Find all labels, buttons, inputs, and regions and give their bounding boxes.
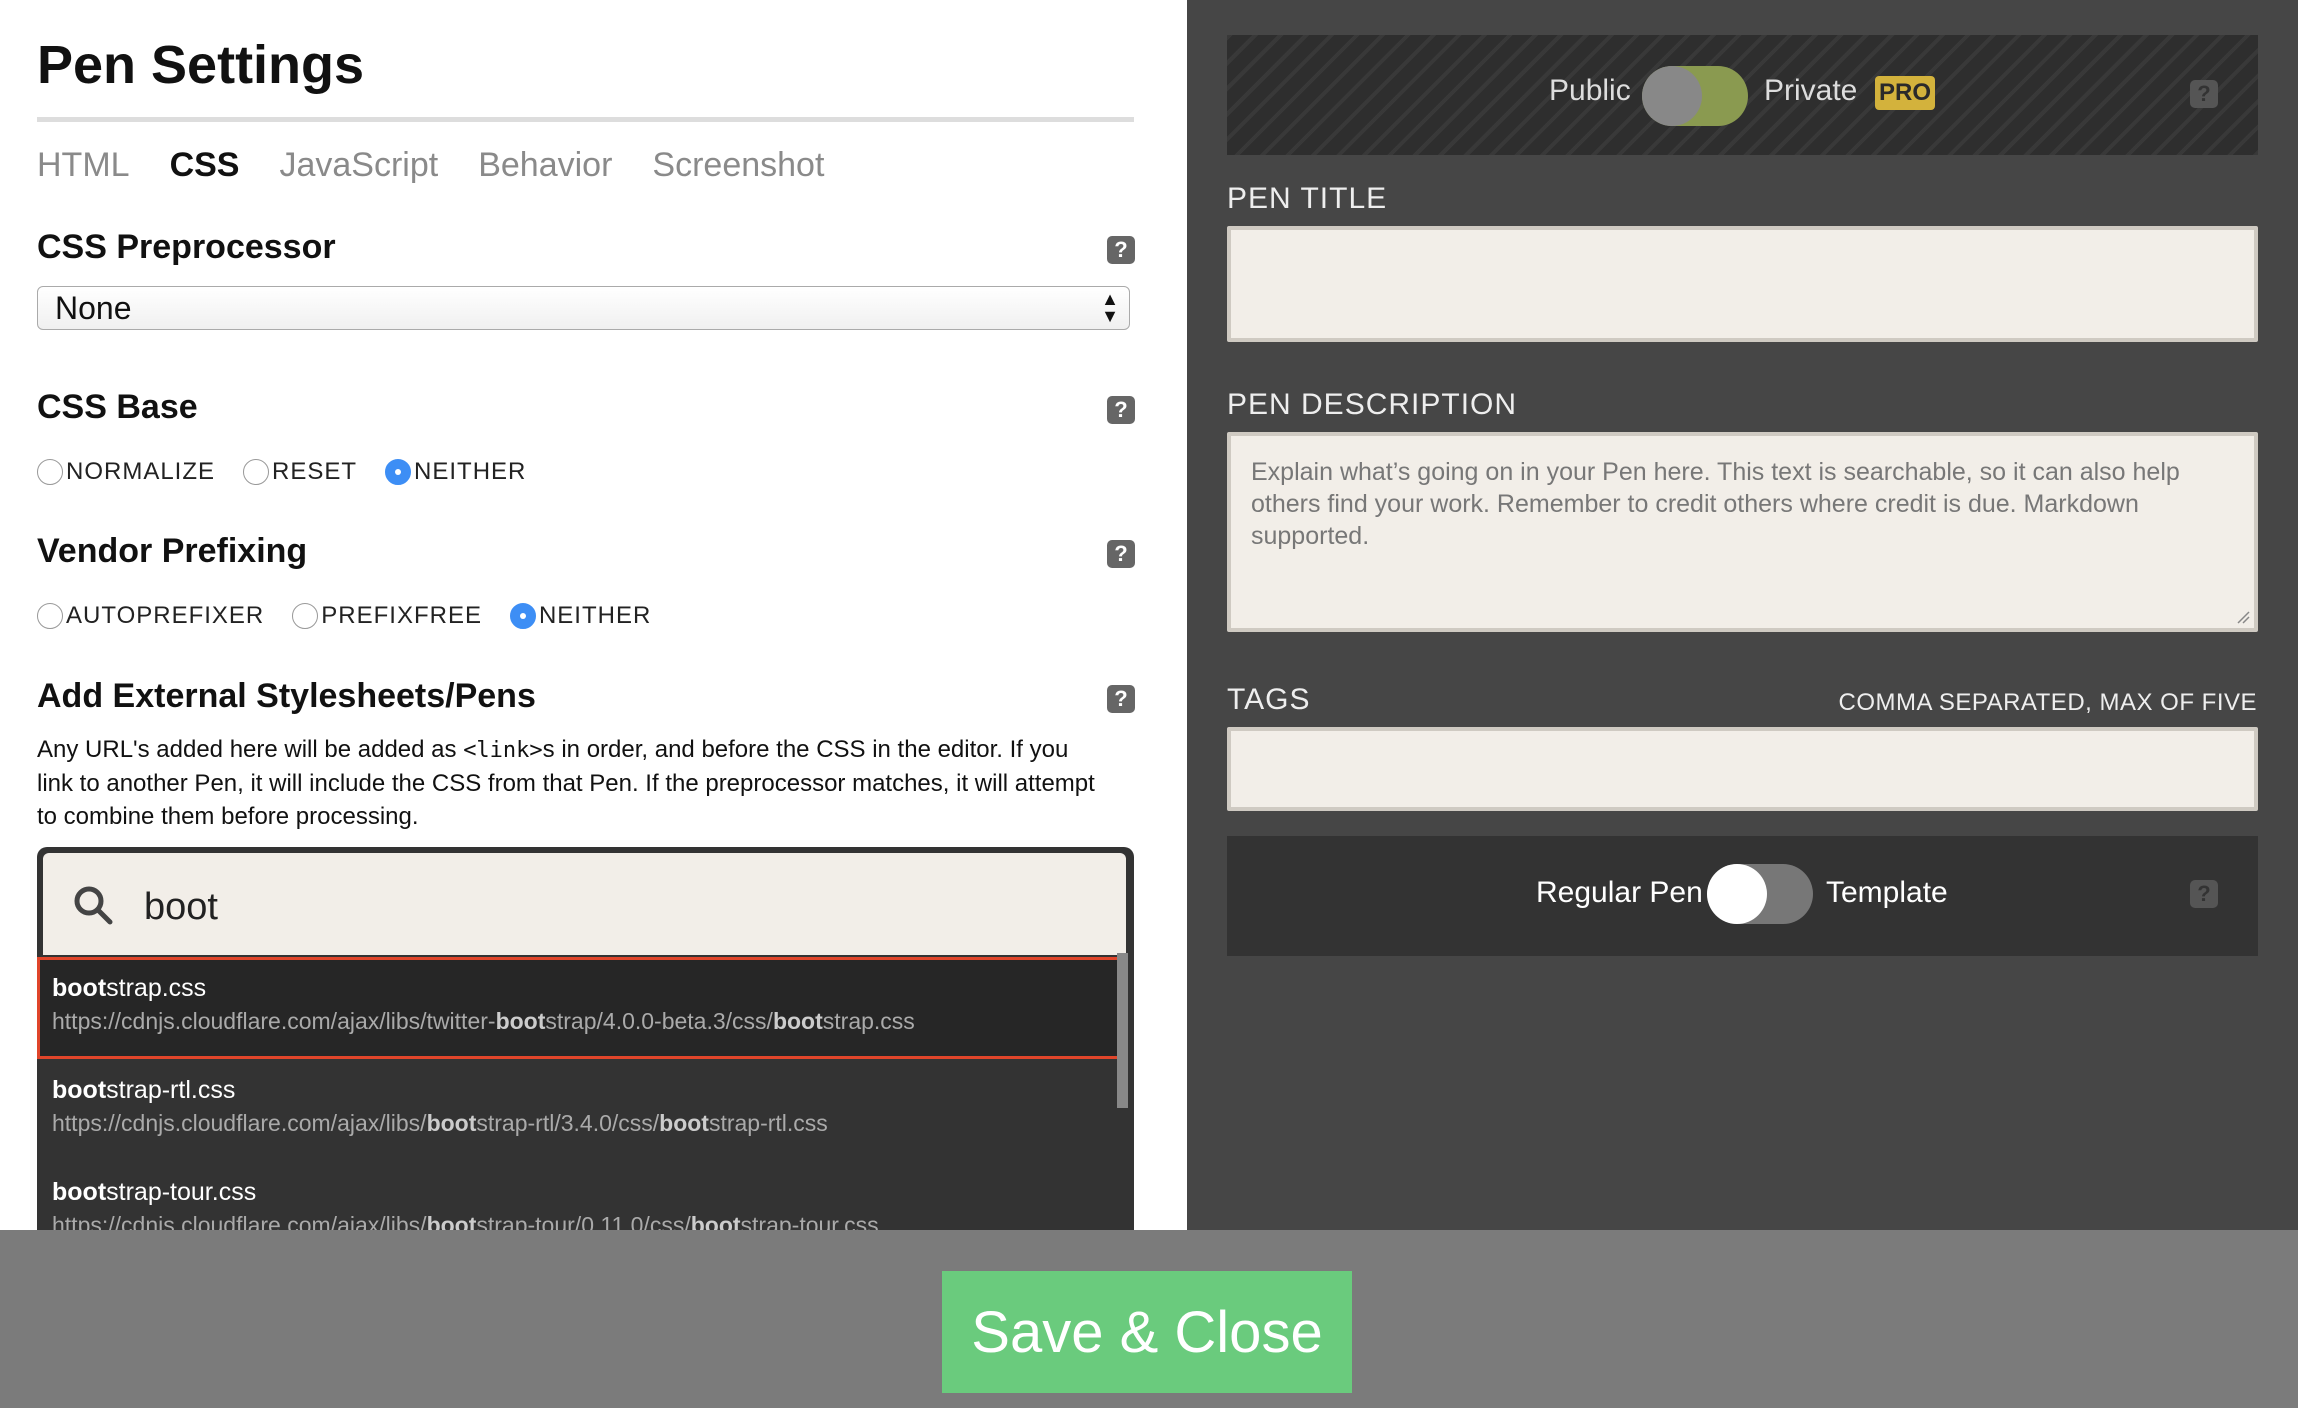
- css-base-help-icon[interactable]: ?: [1107, 396, 1135, 424]
- radio-autoprefixer[interactable]: [37, 603, 63, 629]
- save-close-button[interactable]: Save & Close: [942, 1271, 1352, 1393]
- radio-label: RESET: [272, 458, 358, 485]
- toggle-knob: [1642, 66, 1702, 126]
- css-base-option-reset[interactable]: RESET: [243, 458, 357, 486]
- tags-input[interactable]: [1227, 727, 2258, 811]
- pen-description-placeholder: Explain what’s going on in your Pen here…: [1251, 458, 2180, 550]
- result-url: https://cdnjs.cloudflare.com/ajax/libs/b…: [52, 1212, 879, 1230]
- toggle-knob: [1707, 864, 1767, 924]
- public-label: Public: [1549, 74, 1631, 107]
- result-name: bootstrap.css: [52, 974, 207, 1002]
- search-field[interactable]: boot: [43, 853, 1126, 955]
- search-icon: [74, 886, 113, 925]
- radio-normalize[interactable]: [37, 459, 63, 485]
- template-toggle[interactable]: [1707, 864, 1813, 924]
- tags-hint: COMMA SEPARATED, MAX OF FIVE: [1838, 689, 2257, 716]
- result-url: https://cdnjs.cloudflare.com/ajax/libs/t…: [52, 1008, 915, 1034]
- pen-title-label: PEN TITLE: [1227, 182, 1388, 215]
- result-url: https://cdnjs.cloudflare.com/ajax/libs/b…: [52, 1110, 828, 1136]
- tab-behavior[interactable]: Behavior: [478, 146, 612, 185]
- radio-neither[interactable]: [385, 459, 412, 485]
- radio-label: AUTOPREFIXER: [66, 602, 265, 629]
- settings-tabs: HTML CSS JavaScript Behavior Screenshot: [37, 146, 824, 185]
- css-preprocessor-help-icon[interactable]: ?: [1107, 236, 1135, 264]
- vendor-prefixing-heading: Vendor Prefixing: [37, 532, 308, 570]
- pen-description-label: PEN DESCRIPTION: [1227, 388, 1518, 421]
- radio-label: PREFIXFREE: [321, 602, 482, 629]
- vendor-prefixing-options: AUTOPREFIXER PREFIXFREE NEITHER: [37, 602, 651, 630]
- radio-label: NEITHER: [414, 458, 527, 485]
- template-label: Template: [1826, 876, 1948, 909]
- css-preprocessor-value: None: [55, 289, 132, 326]
- tab-css[interactable]: CSS: [170, 146, 240, 185]
- vendor-option-prefixfree[interactable]: PREFIXFREE: [292, 602, 482, 630]
- pen-description-textarea[interactable]: Explain what’s going on in your Pen here…: [1227, 432, 2258, 632]
- radio-label: NORMALIZE: [66, 458, 216, 485]
- resize-handle-icon[interactable]: [2236, 610, 2250, 624]
- pro-badge: PRO: [1875, 76, 1935, 110]
- external-stylesheets-heading: Add External Stylesheets/Pens: [37, 677, 536, 715]
- css-base-options: NORMALIZE RESET NEITHER: [37, 458, 526, 486]
- search-result-item[interactable]: bootstrap-tour.css https://cdnjs.cloudfl…: [37, 1161, 1134, 1230]
- css-base-option-normalize[interactable]: NORMALIZE: [37, 458, 215, 486]
- radio-neither[interactable]: [509, 603, 536, 629]
- radio-prefixfree[interactable]: [292, 603, 319, 629]
- css-preprocessor-heading: CSS Preprocessor: [37, 228, 336, 266]
- template-help-icon[interactable]: ?: [2190, 880, 2218, 908]
- search-input-value[interactable]: boot: [144, 886, 218, 929]
- regular-pen-label: Regular Pen: [1536, 876, 1703, 909]
- title-divider: [37, 117, 1134, 122]
- external-resource-search: boot bootstrap.css https://cdnjs.cloudfl…: [37, 847, 1134, 1230]
- external-stylesheets-help-icon[interactable]: ?: [1107, 685, 1135, 713]
- tab-screenshot[interactable]: Screenshot: [652, 146, 824, 185]
- external-stylesheets-description: Any URL's added here will be added as <l…: [37, 736, 1095, 830]
- privacy-toggle[interactable]: [1642, 66, 1748, 126]
- css-base-option-neither[interactable]: NEITHER: [385, 458, 526, 486]
- vendor-option-neither[interactable]: NEITHER: [509, 602, 652, 630]
- search-result-item[interactable]: bootstrap-rtl.css https://cdnjs.cloudfla…: [37, 1059, 1134, 1161]
- search-result-item[interactable]: bootstrap.css https://cdnjs.cloudflare.c…: [37, 957, 1121, 1059]
- result-name: bootstrap-tour.css: [52, 1178, 257, 1206]
- tags-label: TAGS: [1227, 683, 1311, 716]
- results-scrollbar[interactable]: [1117, 953, 1128, 1108]
- css-preprocessor-select[interactable]: None ▲ ▼: [37, 286, 1130, 330]
- pen-title-input[interactable]: [1227, 226, 2258, 342]
- vendor-prefixing-help-icon[interactable]: ?: [1107, 540, 1135, 568]
- search-results: bootstrap.css https://cdnjs.cloudflare.c…: [37, 957, 1134, 1230]
- private-label: Private: [1764, 74, 1858, 107]
- settings-left-panel: Pen Settings HTML CSS JavaScript Behavio…: [0, 0, 1187, 1230]
- page-title: Pen Settings: [37, 35, 365, 95]
- tab-html[interactable]: HTML: [37, 146, 130, 185]
- privacy-help-icon[interactable]: ?: [2190, 80, 2218, 108]
- result-name: bootstrap-rtl.css: [52, 1076, 236, 1104]
- radio-reset[interactable]: [243, 459, 270, 485]
- select-arrows-icon: ▲ ▼: [1101, 289, 1119, 326]
- css-base-heading: CSS Base: [37, 388, 198, 426]
- tab-javascript[interactable]: JavaScript: [279, 146, 438, 185]
- vendor-option-autoprefixer[interactable]: AUTOPREFIXER: [37, 602, 264, 630]
- radio-label: NEITHER: [538, 602, 652, 629]
